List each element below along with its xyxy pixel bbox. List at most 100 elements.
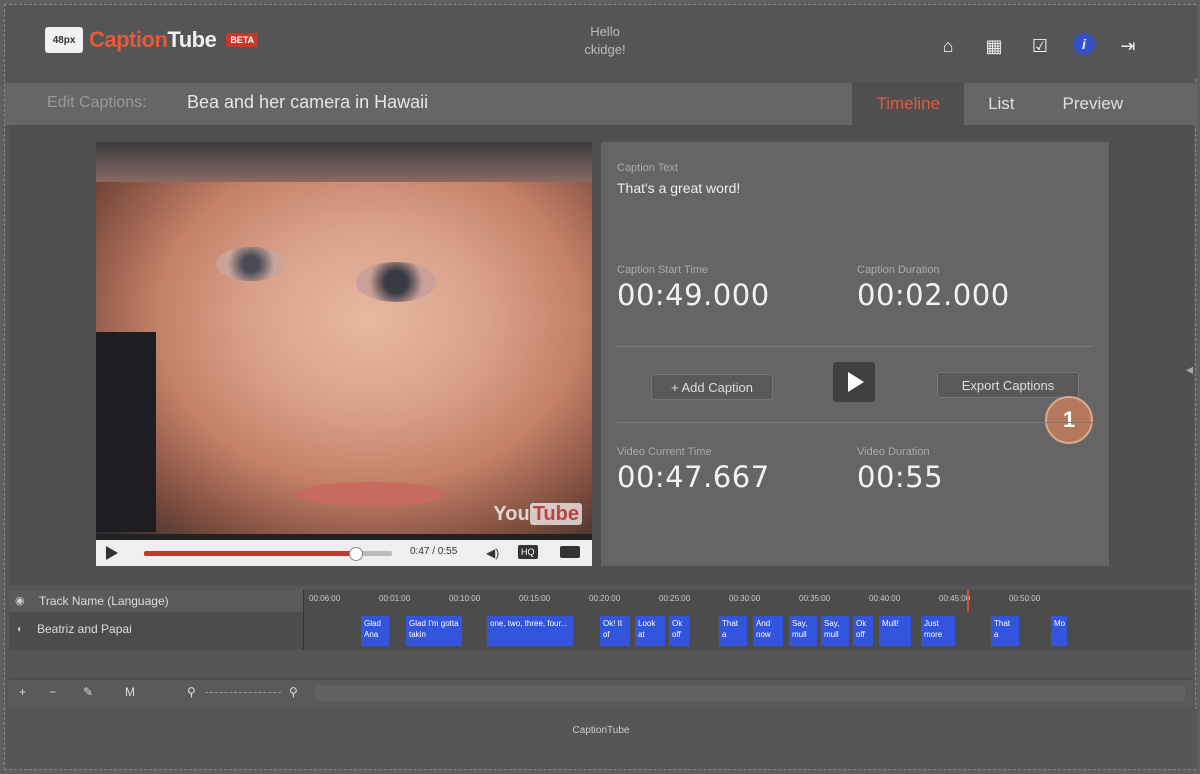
app-frame: 48px CaptionTube BETA Hello ckidge! ⌂ ▦ …: [4, 4, 1197, 770]
tab-list[interactable]: List: [964, 83, 1038, 125]
footer-text: CaptionTube: [572, 725, 630, 736]
video-title: Bea and her camera in Hawaii: [187, 92, 429, 112]
video-current-label: Video Current Time: [617, 446, 712, 458]
progress-bar[interactable]: [144, 547, 392, 561]
caption-cue[interactable]: Just more: [921, 616, 955, 646]
caption-cue[interactable]: And now: [753, 616, 783, 646]
youtube-wm-tube: Tube: [529, 503, 582, 525]
ruler-tick: 00:40:00: [869, 594, 901, 603]
caption-cue[interactable]: Say, mull: [789, 616, 817, 646]
video-duration: 00:55: [857, 460, 944, 494]
logo-text: CaptionTube: [89, 27, 217, 53]
tab-preview[interactable]: Preview: [1039, 83, 1147, 125]
editor-main: You Tube 0:47 / 0:55 ◀) HQ Caption Text T…: [9, 125, 1193, 585]
caption-cue[interactable]: Ok off: [853, 616, 873, 646]
play-caption-button[interactable]: [833, 362, 875, 402]
caption-text[interactable]: That's a great word!: [617, 180, 740, 196]
track-name: Beatriz and Papai: [37, 622, 132, 636]
progress-fill: [144, 551, 355, 556]
fullscreen-icon[interactable]: [560, 546, 580, 558]
video-duration-label: Video Duration: [857, 446, 930, 458]
ruler-tick: 00:50:00: [1009, 594, 1041, 603]
export-captions-button[interactable]: Export Captions: [937, 372, 1079, 398]
video-player[interactable]: You Tube 0:47 / 0:55 ◀) HQ: [96, 142, 592, 566]
timeline-empty-row: [9, 650, 1193, 678]
caption-start-label: Caption Start Time: [617, 264, 709, 276]
callout-badge: 1: [1045, 396, 1093, 444]
caption-cue[interactable]: Say, mull: [821, 616, 849, 646]
collapse-arrow-icon[interactable]: ◂: [1186, 361, 1193, 378]
edit-tool-button[interactable]: ✎: [83, 685, 93, 699]
zoom-in-icon[interactable]: ⚲: [289, 685, 298, 699]
caption-duration-label: Caption Duration: [857, 264, 940, 276]
marker-tool-button[interactable]: M: [125, 685, 135, 699]
caption-cue[interactable]: Mull!: [879, 616, 911, 646]
ruler-tick: 00:15:00: [519, 594, 551, 603]
track-header-label: Track Name (Language): [39, 594, 169, 608]
top-bar: 48px CaptionTube BETA Hello ckidge! ⌂ ▦ …: [5, 5, 1197, 79]
track-toggle-icon[interactable]: ◐: [17, 624, 23, 635]
title-row: Edit Captions: Bea and her camera in Haw…: [5, 83, 1197, 125]
add-tool-button[interactable]: +: [19, 685, 26, 699]
edit-captions-label: Edit Captions:: [47, 94, 147, 111]
ruler-tick: 00:01:00: [379, 594, 411, 603]
caption-duration[interactable]: 00:02.000: [857, 278, 1010, 312]
logo-text-caption: Caption: [89, 27, 168, 52]
timeline-scrollbar[interactable]: [315, 685, 1185, 701]
track-row[interactable]: ◐ Beatriz and Papai: [9, 616, 303, 642]
caption-cue[interactable]: Glad I'm gotta takin: [406, 616, 462, 646]
ruler-tick: 00:20:00: [589, 594, 621, 603]
caption-start-time[interactable]: 00:49.000: [617, 278, 770, 312]
info-icon[interactable]: i: [1073, 33, 1095, 55]
footer: CaptionTube: [5, 709, 1197, 769]
playhead[interactable]: [967, 590, 969, 612]
play-icon[interactable]: [106, 546, 118, 560]
video-current-time: 00:47.667: [617, 460, 770, 494]
home-icon[interactable]: ⌂: [935, 33, 961, 59]
user-greeting: Hello ckidge!: [565, 23, 645, 59]
player-controls: 0:47 / 0:55 ◀) HQ: [96, 540, 592, 566]
ruler-tick: 00:25:00: [659, 594, 691, 603]
view-tabs: Timeline List Preview: [852, 83, 1147, 125]
caption-text-label: Caption Text: [617, 162, 678, 174]
tab-timeline[interactable]: Timeline: [852, 83, 965, 125]
caption-cue[interactable]: That a: [719, 616, 747, 646]
timeline: ◉ Track Name (Language) ◐ Beatriz and Pa…: [9, 590, 1193, 706]
greeting-username[interactable]: ckidge!: [565, 41, 645, 59]
header-icons: ⌂ ▦ ☑ i ⇥: [935, 33, 1141, 59]
player-time: 0:47 / 0:55: [410, 546, 458, 557]
play-icon: [848, 372, 864, 392]
logo-box: 48px: [45, 27, 83, 53]
captiontube-logo[interactable]: 48px CaptionTube BETA: [45, 27, 259, 53]
caption-cue[interactable]: one, two, three, four...: [487, 616, 573, 646]
ruler-tick: 00:06:00: [309, 594, 341, 603]
ruler-tick: 00:35:00: [799, 594, 831, 603]
youtube-wm-you: You: [493, 503, 530, 525]
logo-text-tube: Tube: [167, 27, 217, 52]
caption-cue[interactable]: Ok off: [669, 616, 689, 646]
progress-knob[interactable]: [348, 547, 363, 561]
youtube-watermark: You Tube: [493, 503, 582, 526]
caption-cue[interactable]: Look at: [635, 616, 665, 646]
zoom-out-icon[interactable]: ⚲: [187, 685, 196, 699]
zoom-slider[interactable]: [205, 692, 281, 695]
caption-cue[interactable]: Glad Ana: [361, 616, 389, 646]
caption-cue[interactable]: That a: [991, 616, 1019, 646]
logout-icon[interactable]: ⇥: [1115, 33, 1141, 59]
ruler-tick: 00:30:00: [729, 594, 761, 603]
volume-icon[interactable]: ◀): [486, 546, 499, 560]
remove-tool-button[interactable]: −: [49, 685, 56, 699]
ruler-tick: 00:10:00: [449, 594, 481, 603]
add-caption-button[interactable]: + Add Caption: [651, 374, 773, 400]
clipboard-icon[interactable]: ☑: [1027, 33, 1053, 59]
eye-icon[interactable]: ◉: [15, 594, 25, 607]
beta-badge: BETA: [226, 33, 259, 47]
ruler-tick: 00:45:00: [939, 594, 971, 603]
hq-button[interactable]: HQ: [518, 545, 538, 559]
timeline-ruler[interactable]: 00:06:00 00:01:00 00:10:00 00:15:00 00:20:00…: [309, 594, 1189, 610]
caption-cue[interactable]: Mo: [1051, 616, 1067, 646]
film-icon[interactable]: ▦: [981, 33, 1007, 59]
timeline-toolbar: + − ✎ M ⚲ ⚲: [9, 680, 1193, 706]
greeting-hello: Hello: [590, 24, 620, 39]
caption-cue[interactable]: Ok! It of: [600, 616, 630, 646]
